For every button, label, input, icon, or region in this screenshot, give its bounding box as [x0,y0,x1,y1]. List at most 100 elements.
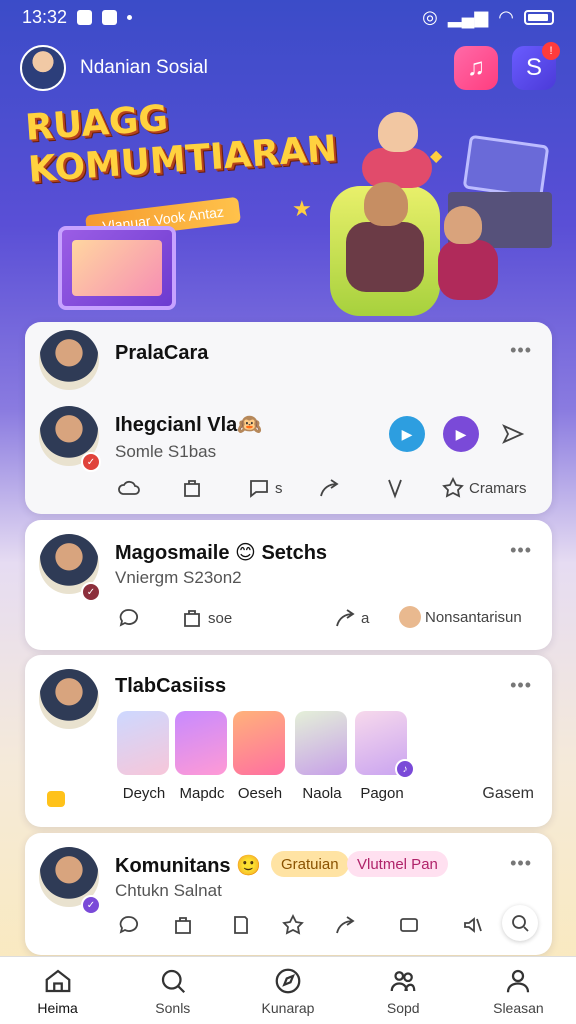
reaction-button[interactable] [117,476,141,500]
group-name: PralaCara [115,342,209,364]
post-subtitle: Vniergm S23on2 [115,568,242,587]
nav-label: Heima [37,999,78,1016]
more-options-button[interactable]: ••• [510,340,532,361]
nav-search[interactable]: Sonls [115,957,230,1024]
profile-avatar[interactable] [20,45,66,91]
comment-button[interactable] [117,606,141,630]
see-more-link[interactable]: Gasem [482,785,534,803]
dot-icon [127,14,133,20]
verified-badge: ✓ [81,582,101,602]
share-button[interactable] [333,913,357,937]
share-button[interactable]: a [333,606,369,630]
comment-icon [247,476,271,500]
media-button[interactable] [397,913,421,937]
bookmark-button[interactable]: soe [180,606,232,630]
star-outline-icon [441,476,465,500]
hero-title: RUAGG KOMUMTIARAN [24,86,338,191]
story-thumbnail [295,711,347,775]
search-icon [161,969,185,993]
share-icon [317,476,341,500]
author-name: Ihegcianl Vla [115,414,238,436]
music-note-icon: ♫ [467,54,485,81]
story-item[interactable] [233,711,285,775]
home-icon [45,969,70,992]
tag-chip[interactable]: Vlutmel Pan [347,851,448,877]
author-name: Magosmaile [115,542,230,564]
comment-count: s [275,479,283,497]
bottom-navigation: Heima Sonls Kunarap Sopd Sleasan [0,956,576,1024]
story-label: Oeseh [237,785,283,802]
signal-icon: ▂▄▆ [447,6,489,27]
cloud-icon [117,476,141,500]
share-icon [333,606,357,630]
star-icon: ◆ [430,148,443,165]
bookmark-button[interactable] [180,476,204,500]
nav-label: Sonls [155,999,191,1016]
games-button[interactable]: Cramars [441,476,527,500]
story-item[interactable] [175,711,227,775]
comment-button[interactable] [117,913,141,937]
more-options-button[interactable]: ••• [510,540,532,561]
avatar[interactable] [39,330,99,390]
community-link[interactable]: Nonsantarisun [399,606,522,628]
comment-button[interactable]: s [247,476,283,500]
post-author-name: Ihegcianl Vla🙉 [115,412,262,437]
comment-icon [117,913,141,937]
bag-icon [171,913,195,937]
play-button[interactable]: ▶ [443,416,479,452]
nav-groups[interactable]: Sopd [346,957,461,1024]
action-label: a [361,609,370,627]
tag-chip[interactable]: Gratuian [271,851,349,877]
star-icon: ★ [292,196,312,221]
hero-person-illustration [444,206,482,244]
reaction-button[interactable] [281,913,305,937]
status-bar: 13:32 ◎ ▂▄▆ ◠ [0,0,576,34]
clock: 13:32 [22,6,68,27]
hero-person-illustration [362,148,432,188]
more-options-button[interactable]: ••• [510,675,532,696]
nav-explore[interactable]: Kunarap [230,957,345,1024]
more-options-button[interactable]: ••• [510,853,532,874]
play-button[interactable]: ▶ [389,416,425,452]
nav-home[interactable]: Heima [0,957,115,1024]
nav-label: Sopd [386,999,420,1016]
share-button[interactable] [501,422,525,446]
compass-icon [275,968,301,993]
music-button[interactable] [383,476,407,500]
share-button[interactable] [317,476,341,500]
stories-card[interactable]: TlabCasiiss ••• ♪ Deych Mapdc Oeseh Naol… [25,655,552,827]
nav-profile[interactable]: Sleasan [461,957,576,1024]
avatar[interactable] [39,669,99,729]
action-label: soe [208,609,233,627]
emoji: 😊 [235,542,256,564]
star-outline-icon [281,913,305,937]
story-item[interactable] [295,711,347,775]
hero-banner[interactable]: RUAGG KOMUMTIARAN Vlanuar Vook Antaz ★ ◆ [0,96,576,326]
notification-badge: ! [542,42,560,60]
search-button[interactable] [502,905,538,941]
stories-title: TlabCasiiss [115,675,227,697]
hero-tv-illustration [58,226,176,310]
coin-icon [47,791,65,807]
notifications-button[interactable]: S ! [512,42,560,90]
music-button[interactable]: ♫ [454,46,498,90]
verified-badge: ✓ [81,452,101,472]
story-thumbnail [233,711,285,775]
post-card[interactable]: PralaCara ••• ✓ Ihegcianl Vla🙉 Somle S1b… [25,322,552,514]
chat-icon: S [525,54,542,81]
bookmark-button[interactable] [171,913,195,937]
story-label: Pagon [360,785,404,802]
post-card[interactable]: ✓ Magosmaile 😊 Setchs ••• Vniergm S23on2… [25,520,552,650]
mute-button[interactable] [461,913,485,937]
hero-person-illustration [438,240,498,300]
profile-icon [507,969,530,992]
note-button[interactable] [229,913,253,937]
share-icon [333,913,357,937]
hero-person-illustration [346,222,424,292]
community-card[interactable]: ✓ Komunitans 🙂 Gratuian Vlutmel Pan ••• … [25,833,552,955]
story-item[interactable] [117,711,169,775]
note-icon [229,913,253,937]
hero-person-illustration [364,182,408,226]
search-icon [508,911,532,935]
community-avatar [399,606,421,628]
